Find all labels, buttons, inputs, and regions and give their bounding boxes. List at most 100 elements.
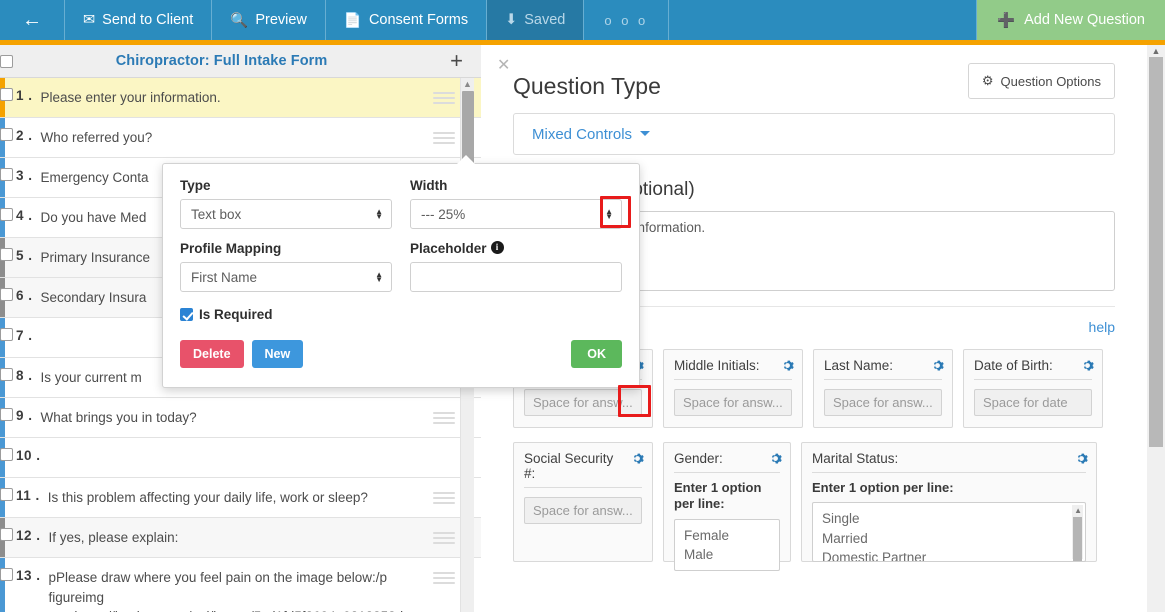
delete-button[interactable]: Delete [180, 340, 244, 368]
spinner-icon: ▲ ▼ [605, 207, 613, 221]
field-middle-initials[interactable]: Middle Initials: Space for answ... [663, 349, 803, 428]
gear-icon[interactable] [931, 357, 944, 375]
popup-footer: Delete New OK [180, 340, 622, 368]
field-answer-placeholder[interactable]: Space for answ... [524, 389, 642, 416]
type-label: Type [180, 178, 211, 193]
preview-label: Preview [255, 12, 307, 28]
info-icon[interactable]: i [490, 241, 504, 254]
question-list-item[interactable]: 1 . Please enter your information. [0, 78, 481, 118]
new-button[interactable]: New [251, 340, 304, 368]
scroll-up-arrow[interactable]: ▲ [461, 78, 474, 90]
profile-mapping-select[interactable]: First Name ▲ ▼ [180, 262, 392, 292]
question-checkbox[interactable] [0, 208, 13, 221]
more-options-button[interactable]: o o o [584, 0, 670, 40]
drag-handle-icon[interactable] [433, 572, 455, 584]
placeholder-label: Placeholder i [410, 241, 622, 256]
consent-forms-button[interactable]: 📄 Consent Forms [326, 0, 488, 40]
question-type-value: Mixed Controls [532, 125, 633, 143]
spinner-icon: ▲ ▼ [375, 270, 383, 284]
question-checkbox[interactable] [0, 168, 13, 181]
field-answer-placeholder[interactable]: Space for date [974, 389, 1092, 416]
drag-handle-icon[interactable] [433, 132, 455, 144]
chevron-down-icon [640, 131, 651, 141]
toolbar-spacer [669, 0, 978, 40]
field-answer-placeholder[interactable]: Space for answ... [524, 497, 642, 524]
saved-button[interactable]: ⬇ Saved [487, 0, 585, 40]
question-checkbox[interactable] [0, 568, 13, 581]
question-checkbox[interactable] [0, 448, 13, 461]
field-gender[interactable]: Gender: Enter 1 option per line: Female … [663, 442, 791, 571]
field-social-security[interactable]: Social Security #: Space for answ... [513, 442, 653, 562]
question-type-dropdown[interactable]: Mixed Controls [513, 113, 1115, 155]
type-select[interactable]: Text box ▲ ▼ [180, 199, 392, 229]
field-answer-placeholder[interactable]: Space for answ... [674, 389, 792, 416]
field-sublabel: Enter 1 option per line: [812, 480, 954, 495]
options-scroll-thumb[interactable] [1073, 517, 1082, 562]
gear-icon[interactable] [1081, 357, 1094, 375]
plus-icon: ➕ [997, 12, 1016, 29]
back-button[interactable]: ← [0, 0, 65, 40]
question-list-item[interactable]: 2 . Who referred you? [0, 118, 481, 158]
add-question-icon[interactable]: + [450, 50, 463, 72]
gear-icon[interactable] [769, 450, 782, 468]
question-list-item[interactable]: 13 . pPlease draw where you feel pain on … [0, 558, 481, 612]
gear-icon[interactable] [1075, 450, 1088, 468]
is-required-checkbox[interactable] [180, 308, 193, 321]
drag-handle-icon[interactable] [433, 532, 455, 544]
question-checkbox[interactable] [0, 128, 13, 141]
drag-handle-icon[interactable] [433, 492, 455, 504]
ok-button[interactable]: OK [571, 340, 622, 368]
question-checkbox[interactable] [0, 248, 13, 261]
popup-pointer [457, 155, 475, 164]
width-select[interactable]: --- 25% ▲ ▼ [410, 199, 622, 229]
panel-scrollbar[interactable]: ▲ [1147, 45, 1165, 612]
question-number: 9 . [16, 408, 33, 423]
question-list-item[interactable]: 9 . What brings you in today? [0, 398, 481, 438]
question-text: Is this problem affecting your daily lif… [47, 490, 368, 505]
question-list-item[interactable]: 10 . [0, 438, 481, 478]
question-checkbox[interactable] [0, 288, 13, 301]
field-label: Marital Status: [812, 451, 1086, 473]
gear-icon[interactable] [631, 450, 644, 468]
marital-options-box[interactable]: Single Married Domestic Partner Separate… [812, 502, 1086, 563]
select-all-checkbox[interactable] [0, 54, 13, 68]
question-checkbox[interactable] [0, 408, 13, 421]
question-checkbox[interactable] [0, 488, 13, 501]
question-number: 3 . [16, 168, 33, 183]
marital-options-text: Single Married Domestic Partner Separate… [822, 511, 927, 563]
drag-handle-icon[interactable] [433, 412, 455, 424]
question-options-button[interactable]: ⚙ Question Options [967, 63, 1115, 99]
field-label: Last Name: [824, 358, 942, 380]
search-icon: 🔍 [230, 12, 249, 29]
add-new-question-button[interactable]: ➕ Add New Question [977, 0, 1165, 40]
field-preview-row-2: Social Security #: Space for answ... Gen… [513, 442, 1115, 571]
preview-button[interactable]: 🔍 Preview [212, 0, 326, 40]
field-label: Social Security #: [524, 451, 642, 488]
question-number: 2 . [16, 128, 33, 143]
field-marital-status[interactable]: Marital Status: Enter 1 option per line:… [801, 442, 1097, 563]
question-checkbox[interactable] [0, 328, 13, 341]
scroll-up-arrow[interactable]: ▲ [1074, 505, 1082, 517]
field-last-name[interactable]: Last Name: Space for answ... [813, 349, 953, 428]
placeholder-input[interactable] [410, 262, 622, 292]
placeholder-label-text: Placeholder [410, 241, 487, 256]
form-title: Chiropractor: Full Intake Form [115, 53, 328, 69]
question-checkbox[interactable] [0, 528, 13, 541]
field-answer-placeholder[interactable]: Space for answ... [824, 389, 942, 416]
question-number: 7 . [16, 328, 33, 343]
drag-handle-icon[interactable] [433, 92, 455, 104]
saved-label: Saved [524, 12, 566, 28]
gender-options-box[interactable]: Female Male [674, 518, 780, 571]
question-checkbox[interactable] [0, 88, 13, 101]
send-to-client-button[interactable]: ✉ Send to Client [65, 0, 213, 40]
question-number: 4 . [16, 208, 33, 223]
scroll-up-arrow[interactable]: ▲ [1147, 45, 1165, 57]
question-list-item[interactable]: 12 . If yes, please explain: [0, 518, 481, 558]
question-options-label: Question Options [1000, 73, 1101, 89]
gear-icon[interactable] [781, 357, 794, 375]
panel-scroll-thumb[interactable] [1149, 57, 1163, 447]
field-date-of-birth[interactable]: Date of Birth: Space for date [963, 349, 1103, 428]
question-list-item[interactable]: 11 . Is this problem affecting your daily… [0, 478, 481, 518]
question-checkbox[interactable] [0, 368, 13, 381]
field-label: Date of Birth: [974, 358, 1092, 380]
